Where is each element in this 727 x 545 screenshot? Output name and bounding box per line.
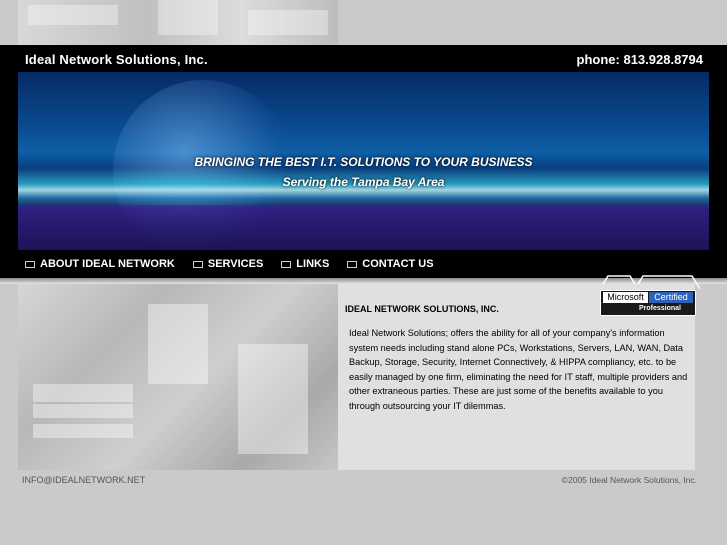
nav-services[interactable]: SERVICES: [192, 258, 264, 270]
phone-number: phone: 813.928.8794: [576, 52, 703, 67]
banner-subtagline: Serving the Tampa Bay Area: [282, 175, 445, 189]
content-title: IDEAL NETWORK SOLUTIONS, INC.: [345, 304, 499, 314]
company-name: Ideal Network Solutions, Inc.: [25, 52, 208, 67]
banner-band: [18, 205, 709, 250]
nav-links-label: LINKS: [296, 258, 330, 270]
content-body: Ideal Network Solutions; offers the abil…: [349, 328, 688, 411]
nav-contact[interactable]: CONTACT US: [347, 258, 434, 270]
hero-banner: BRINGING THE BEST I.T. SOLUTIONS TO YOUR…: [18, 72, 709, 250]
left-decorative-image: [18, 284, 338, 470]
footer-copyright: ©2005 Ideal Network Solutions, Inc.: [561, 475, 697, 485]
nav-contact-label: CONTACT US: [362, 258, 434, 270]
nav-box-icon: [25, 260, 35, 268]
top-decorative-image: [18, 0, 338, 45]
footer-email-link[interactable]: INFO@IDEALNETWORK.NET: [22, 475, 145, 485]
nav-about-label: ABOUT IDEAL NETWORK: [40, 258, 175, 270]
microsoft-certified-badge: Microsoft Certified Professional: [600, 290, 696, 316]
badge-certified: Certified: [649, 292, 693, 303]
nav-links[interactable]: LINKS: [281, 258, 329, 270]
badge-level: Professional: [638, 305, 681, 312]
nav-about[interactable]: ABOUT IDEAL NETWORK: [25, 258, 175, 270]
nav-box-icon: [347, 260, 358, 268]
badge-brand: Microsoft: [603, 292, 648, 303]
nav-box-icon: [192, 260, 203, 268]
banner-tagline: BRINGING THE BEST I.T. SOLUTIONS TO YOUR…: [194, 155, 533, 169]
main-nav: ABOUT IDEAL NETWORK SERVICES LINKS CONTA…: [25, 258, 434, 270]
nav-services-label: SERVICES: [207, 258, 264, 270]
nav-box-icon: [281, 260, 292, 268]
